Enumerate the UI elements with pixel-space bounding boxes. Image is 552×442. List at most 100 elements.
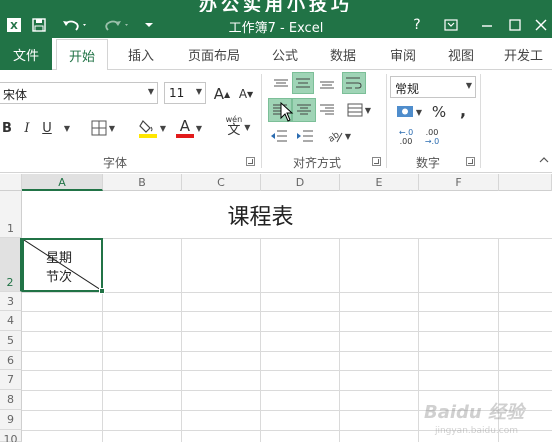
minimize-icon[interactable] bbox=[476, 15, 498, 35]
tab-developer[interactable]: 开发工 bbox=[498, 38, 552, 70]
column-header-e[interactable]: E bbox=[340, 174, 419, 191]
font-color-button[interactable]: A ▼ bbox=[172, 116, 206, 140]
chevron-down-icon: ▼ bbox=[415, 107, 423, 117]
increase-decimal-label: .00 bbox=[399, 137, 413, 146]
increase-indent-button[interactable] bbox=[294, 126, 316, 146]
chevron-down-icon: ▼ bbox=[108, 123, 116, 133]
chevron-down-icon: ▼ bbox=[465, 81, 472, 90]
underline-button[interactable]: U bbox=[40, 118, 54, 138]
schedule-title-cell[interactable]: 课程表 bbox=[22, 191, 499, 238]
italic-button[interactable]: I bbox=[20, 118, 34, 138]
font-size-value: 11 bbox=[169, 86, 185, 100]
row-header-2[interactable]: 2 bbox=[0, 238, 22, 292]
orientation-button[interactable]: ab ▼ bbox=[324, 126, 354, 146]
select-all-corner[interactable] bbox=[0, 174, 22, 191]
row-header-3[interactable]: 3 bbox=[0, 292, 22, 311]
decrease-indent-button[interactable] bbox=[268, 126, 290, 146]
phonetic-guide-button[interactable]: wén 文 ▼ bbox=[220, 114, 256, 140]
font-size-select[interactable]: 11 ▼ bbox=[164, 82, 206, 104]
tab-file[interactable]: 文件 bbox=[0, 38, 52, 70]
comma-style-button[interactable]: , bbox=[454, 100, 472, 120]
column-headers: A B C D E F bbox=[0, 174, 552, 191]
top-align-button[interactable] bbox=[270, 74, 292, 94]
merge-cells-icon bbox=[347, 103, 363, 117]
baidu-watermark-url: jingyan.baidu.com bbox=[434, 426, 518, 436]
decrease-decimal-button[interactable]: .00 →.0 bbox=[420, 126, 444, 148]
shrink-font-button[interactable]: A ▼ bbox=[236, 84, 256, 104]
row-header-5[interactable]: 5 bbox=[0, 331, 22, 351]
row-header-10[interactable]: 10 bbox=[0, 430, 22, 442]
font-name-value: 宋体 bbox=[3, 88, 28, 102]
bold-button[interactable]: B bbox=[0, 118, 14, 138]
row-header-8[interactable]: 8 bbox=[0, 390, 22, 410]
column-header-c[interactable]: C bbox=[182, 174, 261, 191]
group-label-alignment: 对齐方式 bbox=[292, 156, 341, 170]
collapse-ribbon-button[interactable] bbox=[538, 154, 550, 166]
chevron-down-icon: ▼ bbox=[159, 123, 167, 133]
font-color-swatch bbox=[175, 134, 194, 138]
wrap-text-button[interactable] bbox=[342, 72, 366, 94]
chevron-down-icon: ▼ bbox=[63, 123, 71, 133]
wrap-text-icon bbox=[346, 77, 362, 89]
group-label-font: 字体 bbox=[102, 156, 127, 170]
underline-dropdown[interactable]: ▼ bbox=[60, 118, 72, 138]
shrink-font-label: A bbox=[238, 87, 248, 101]
tab-home[interactable]: 开始 bbox=[56, 39, 108, 71]
percent-style-button[interactable]: % bbox=[428, 102, 450, 122]
excel-window: 办公实用小技巧 X 工作簿7 - Excel ? 文件 开始 插入 页面布局 公… bbox=[0, 0, 552, 442]
chevron-down-icon: ▼ bbox=[195, 87, 202, 96]
close-icon[interactable] bbox=[530, 15, 552, 35]
increase-decimal-button[interactable]: ←.0 .00 bbox=[394, 126, 418, 148]
row-header-9[interactable]: 9 bbox=[0, 410, 22, 430]
middle-align-button[interactable] bbox=[292, 72, 314, 94]
mouse-cursor-icon bbox=[280, 101, 294, 125]
align-center-button[interactable] bbox=[292, 98, 316, 122]
fill-color-button[interactable]: ▼ bbox=[134, 116, 170, 140]
group-separator bbox=[386, 74, 387, 168]
maximize-icon[interactable] bbox=[504, 15, 526, 35]
tab-view[interactable]: 视图 bbox=[438, 38, 484, 70]
accounting-format-button[interactable]: ▼ bbox=[392, 102, 426, 122]
tab-review[interactable]: 审阅 bbox=[380, 38, 426, 70]
chevron-down-icon: ▼ bbox=[344, 131, 352, 141]
row-header-7[interactable]: 7 bbox=[0, 370, 22, 390]
font-name-select[interactable]: 宋体 ▼ bbox=[0, 82, 158, 104]
number-format-select[interactable]: 常规 ▼ bbox=[390, 76, 476, 98]
fill-handle[interactable] bbox=[99, 288, 105, 294]
align-right-icon bbox=[320, 104, 334, 115]
middle-align-icon bbox=[296, 78, 310, 88]
row-header-1[interactable]: 1 bbox=[0, 191, 22, 238]
column-header-f[interactable]: F bbox=[419, 174, 499, 191]
top-align-icon bbox=[274, 79, 288, 87]
ribbon-display-icon[interactable] bbox=[440, 15, 462, 35]
column-header-g[interactable] bbox=[499, 174, 552, 191]
diagonal-header-cell[interactable]: 星期 节次 bbox=[22, 238, 103, 292]
tab-data[interactable]: 数据 bbox=[320, 38, 366, 70]
tab-page-layout[interactable]: 页面布局 bbox=[178, 38, 250, 70]
number-dialog-launcher-icon[interactable] bbox=[466, 157, 475, 166]
window-title: 工作簿7 - Excel bbox=[228, 21, 324, 36]
diagonal-top-text: 星期 bbox=[46, 251, 73, 266]
decrease-indent-icon bbox=[271, 130, 287, 142]
font-color-label: A bbox=[179, 117, 191, 135]
column-header-a[interactable]: A bbox=[22, 174, 103, 191]
alignment-dialog-launcher-icon[interactable] bbox=[372, 157, 381, 166]
help-button[interactable]: ? bbox=[406, 15, 428, 35]
row-header-6[interactable]: 6 bbox=[0, 351, 22, 370]
title-bar: X 工作簿7 - Excel ? bbox=[0, 12, 552, 38]
align-center-icon bbox=[297, 104, 311, 115]
merge-center-button[interactable]: ▼ bbox=[342, 100, 376, 120]
ribbon-home: 宋体 ▼ 11 ▼ A ▲ A ▼ B I U ▼ ▼ ▼ A ▼ wén 文 … bbox=[0, 70, 552, 173]
tab-formulas[interactable]: 公式 bbox=[262, 38, 308, 70]
align-right-button[interactable] bbox=[316, 100, 338, 120]
column-header-d[interactable]: D bbox=[261, 174, 340, 191]
column-header-b[interactable]: B bbox=[103, 174, 182, 191]
borders-icon bbox=[91, 120, 107, 136]
grow-font-button[interactable]: A ▲ bbox=[212, 84, 232, 104]
font-dialog-launcher-icon[interactable] bbox=[246, 157, 255, 166]
tab-insert[interactable]: 插入 bbox=[118, 38, 164, 70]
number-format-value: 常规 bbox=[395, 82, 420, 96]
borders-button[interactable]: ▼ bbox=[86, 118, 120, 138]
row-header-4[interactable]: 4 bbox=[0, 311, 22, 331]
bottom-align-button[interactable] bbox=[316, 74, 338, 94]
